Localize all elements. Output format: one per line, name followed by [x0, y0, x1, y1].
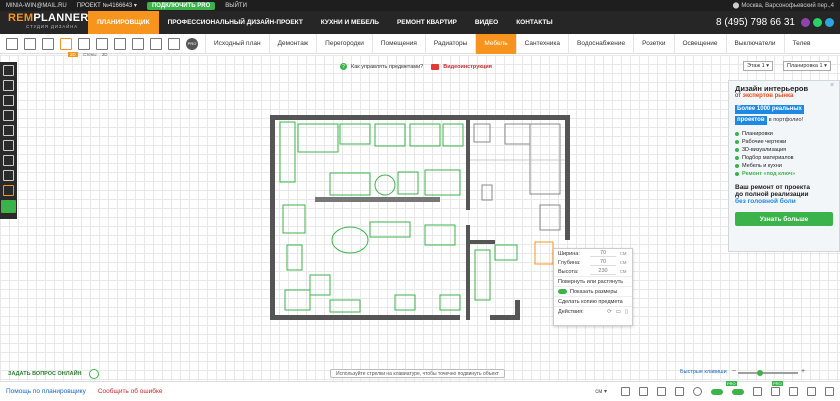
width-label: Ширина:	[558, 250, 580, 257]
close-icon[interactable]: ×	[830, 82, 838, 90]
manage-items-link[interactable]: Как управлять предметами?	[351, 64, 423, 70]
zoom-slider[interactable]	[738, 370, 798, 376]
rotate-icon[interactable]: ⟳	[607, 309, 612, 315]
pro-badge: PRO	[726, 381, 737, 386]
plan-value: Планировка 1	[787, 63, 823, 69]
sofa-icon[interactable]	[3, 65, 14, 76]
delete-icon[interactable]	[657, 387, 666, 396]
ask-online[interactable]: ЗАДАТЬ ВОПРОС ОНЛАЙН	[8, 369, 99, 379]
bottom-bar: Помощь по планировщику Сообщить об ошибк…	[0, 381, 840, 401]
ad-portfolio-highlight-2: проектов	[735, 116, 767, 125]
comment-icon[interactable]: ▭	[616, 309, 621, 315]
actions-label: Действия:	[558, 308, 584, 315]
zoom-knob[interactable]	[756, 370, 763, 376]
ad-title: Дизайн интерьеров	[735, 84, 809, 93]
fitness-icon[interactable]	[3, 170, 14, 181]
depth-label: Глубина:	[558, 259, 581, 266]
width-row: Ширина: 70 см	[554, 249, 632, 258]
show-sizes-option[interactable]: Показать размеры	[554, 286, 632, 296]
ad-repair-line2: до полной реализации	[735, 191, 809, 198]
ad-repair-line1: Ваш ремонт от проекта	[735, 184, 810, 191]
settings-icon[interactable]	[825, 387, 834, 396]
actions-row: Действия: ⟳ ▭ ▯	[554, 306, 632, 316]
search-icon[interactable]	[1, 200, 16, 213]
wardrobe-icon[interactable]	[3, 125, 14, 136]
left-tool-panel	[0, 62, 17, 219]
ad-service: Подбор материалов	[735, 154, 833, 162]
floor-select[interactable]: Этаж 1 ▾	[743, 61, 774, 71]
trash-icon[interactable]: ▯	[625, 309, 628, 315]
measure-icon[interactable]	[753, 387, 762, 396]
height-label: Высота:	[558, 268, 579, 275]
pro-badge: PRO	[772, 381, 783, 386]
undo-icon[interactable]	[621, 387, 630, 396]
lock-icon[interactable]	[675, 387, 684, 396]
item-context-menu: Ширина: 70 см Глубина: 70 см Высота: 230…	[553, 248, 633, 326]
clock-icon[interactable]	[693, 387, 702, 396]
depth-field[interactable]: 70	[590, 259, 616, 266]
show-sizes-toggle[interactable]	[558, 289, 567, 294]
bathroom-fixtures	[473, 123, 561, 231]
ad-service: Мебель и кухни	[735, 162, 833, 170]
ad-subtitle-accent: экспертов рынка	[742, 93, 794, 99]
grid-toggle-icon[interactable]	[789, 387, 798, 396]
planner-help-link[interactable]: Помощь по планировщику	[6, 388, 86, 395]
bed-icon[interactable]	[3, 95, 14, 106]
video-instruction-link[interactable]: Видеоинструкция	[443, 64, 492, 70]
furniture-items	[279, 121, 518, 313]
ad-service: Рабочие чертежи	[735, 138, 833, 146]
show-sizes-label: Показать размеры	[570, 288, 618, 295]
height-unit: см	[620, 268, 627, 275]
toggle-icon[interactable]	[732, 388, 744, 395]
ad-portfolio-tail: в портфолио!	[768, 117, 804, 123]
ad-subtitle: от экспертов рынка	[735, 93, 833, 99]
help-line: ? Как управлять предметами? Видеоинструк…	[340, 63, 492, 70]
ad-service: Ремонт «под ключ»	[735, 170, 833, 178]
zoom-in-icon[interactable]: +	[801, 368, 805, 375]
units-value: см	[595, 389, 603, 395]
width-unit: см	[620, 250, 627, 257]
depth-unit: см	[620, 259, 627, 266]
plan-select[interactable]: Планировка 1 ▾	[783, 61, 831, 71]
kitchen-icon[interactable]	[3, 80, 14, 91]
tv-icon[interactable]	[3, 110, 14, 121]
ad-service: 3D-визуализация	[735, 146, 833, 154]
chair-icon[interactable]	[3, 155, 14, 166]
youtube-icon	[431, 63, 440, 70]
fast-keys-link[interactable]: Быстрые клавиши	[680, 369, 727, 375]
question-icon: ?	[340, 63, 347, 70]
toggle-icon[interactable]	[711, 388, 723, 395]
ad-subtitle-prefix: от	[735, 93, 741, 99]
width-field[interactable]: 70	[590, 250, 616, 257]
chat-icon[interactable]	[88, 369, 99, 379]
grid-icon[interactable]	[3, 185, 14, 196]
desk-icon[interactable]	[3, 140, 14, 151]
selected-item[interactable]	[534, 241, 554, 265]
depth-row: Глубина: 70 см	[554, 258, 632, 267]
report-error-link[interactable]: Сообщить об ошибке	[98, 388, 163, 395]
height-row: Высота: 230 см	[554, 267, 632, 276]
bottom-icons	[621, 387, 834, 396]
redo-icon[interactable]	[639, 387, 648, 396]
magnet-icon[interactable]	[807, 387, 816, 396]
copy-option[interactable]: Сделать копию предмета	[554, 296, 632, 306]
design-ad-banner[interactable]: Дизайн интерьеров от экспертов рынка Бол…	[728, 80, 840, 252]
ad-service: Планировки	[735, 130, 833, 138]
learn-more-button[interactable]: Узнать больше	[735, 212, 833, 226]
arrow-keys-hint: Используйте стрелки на клавиатуре, чтобы…	[330, 369, 505, 378]
height-field[interactable]: 230	[590, 268, 616, 275]
ad-services-list: Планировки Рабочие чертежи 3D-визуализац…	[735, 130, 833, 178]
frame-icon[interactable]	[771, 387, 780, 396]
floor-value: Этаж 1	[747, 63, 765, 69]
ad-repair-line3: без головной боли	[735, 198, 796, 205]
rotate-option[interactable]: Повернуть или растянуть	[554, 276, 632, 286]
units-select[interactable]: см ▾	[595, 388, 607, 395]
ad-portfolio-highlight: Более 1000 реальных	[735, 105, 804, 114]
floor-plan-drawing[interactable]	[0, 0, 840, 401]
zoom-out-icon[interactable]: −	[732, 368, 736, 375]
ask-online-label: ЗАДАТЬ ВОПРОС ОНЛАЙН	[8, 371, 82, 377]
